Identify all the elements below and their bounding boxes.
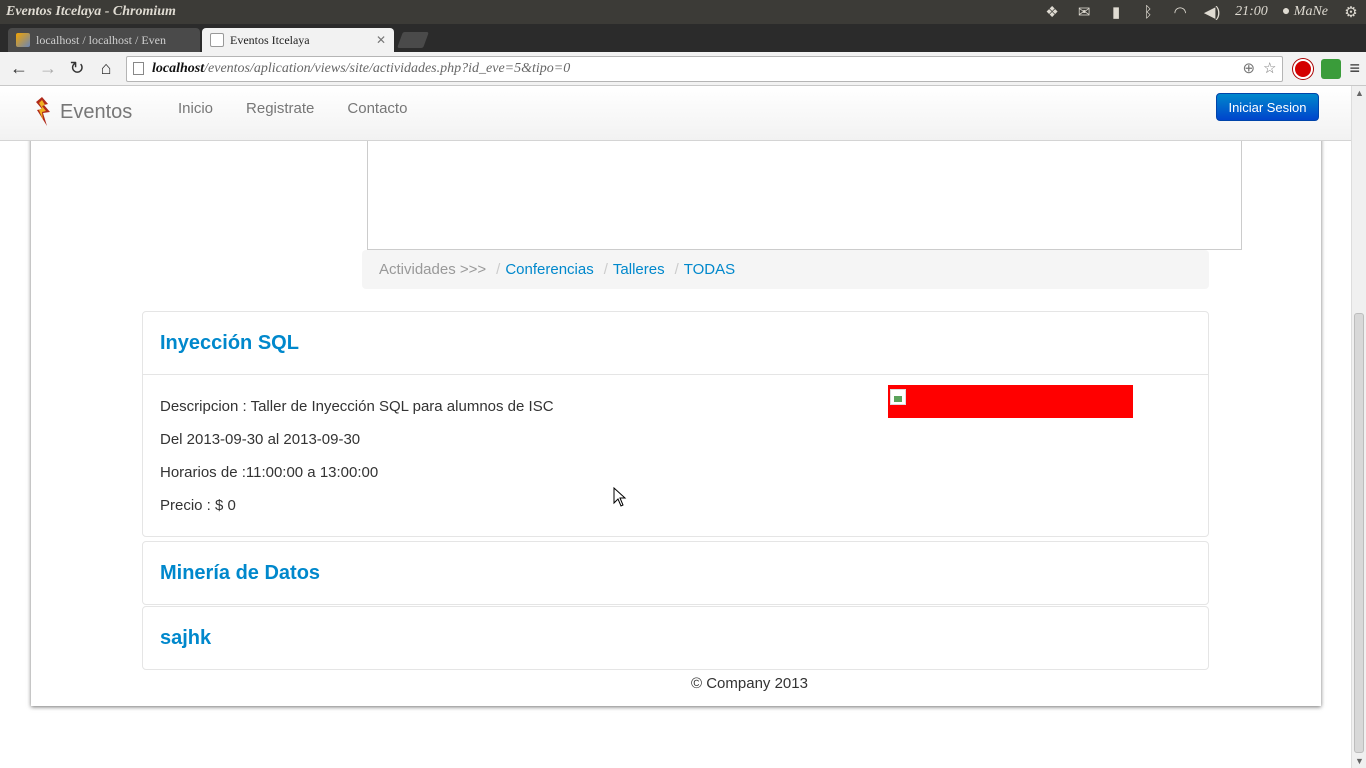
site-navbar: Eventos Inicio Registrate Contacto Inici… bbox=[0, 86, 1351, 141]
breadcrumb-separator: / bbox=[603, 261, 608, 278]
nav-link-contacto[interactable]: Contacto bbox=[347, 100, 407, 117]
activity-panel: sajhk bbox=[142, 606, 1209, 670]
volume-icon[interactable]: ◀) bbox=[1203, 3, 1221, 21]
new-tab-button[interactable] bbox=[397, 32, 429, 48]
brand-logo-icon bbox=[36, 97, 50, 126]
window-title: Eventos Itcelaya - Chromium bbox=[6, 4, 176, 19]
activity-price: Precio : $ 0 bbox=[160, 497, 236, 514]
wifi-icon[interactable]: ◠ bbox=[1171, 3, 1189, 21]
mail-icon[interactable]: ✉ bbox=[1075, 3, 1093, 21]
tab-eventos[interactable]: Eventos Itcelaya ✕ bbox=[202, 28, 394, 52]
breadcrumb-label: Actividades >>> bbox=[379, 261, 487, 278]
close-icon[interactable]: ✕ bbox=[376, 33, 386, 47]
battery-icon[interactable]: ▮ bbox=[1107, 3, 1125, 21]
url-path: /eventos/aplication/views/site/actividad… bbox=[204, 60, 571, 76]
breadcrumb-separator: / bbox=[674, 261, 679, 278]
address-bar[interactable]: localhost /eventos/aplication/views/site… bbox=[126, 55, 1284, 82]
tab-label: localhost / localhost / Even bbox=[36, 32, 166, 47]
tab-phpmyadmin[interactable]: localhost / localhost / Even bbox=[8, 28, 200, 52]
back-button[interactable]: ← bbox=[6, 56, 32, 82]
forward-button[interactable]: → bbox=[35, 56, 61, 82]
zoom-icon[interactable]: ⊕ bbox=[1242, 59, 1255, 78]
breadcrumb-link-conferencias[interactable]: Conferencias bbox=[505, 261, 593, 278]
login-button[interactable]: Iniciar Sesion bbox=[1216, 93, 1319, 121]
activity-title[interactable]: Minería de Datos bbox=[143, 542, 1208, 604]
bluetooth-icon[interactable]: ᛒ bbox=[1139, 4, 1157, 21]
dropbox-icon[interactable]: ❖ bbox=[1043, 3, 1061, 21]
nav-links: Inicio Registrate Contacto bbox=[178, 100, 440, 117]
breadcrumb-link-todas[interactable]: TODAS bbox=[684, 261, 735, 278]
user-icon: ● bbox=[1281, 4, 1291, 19]
os-top-bar: Eventos Itcelaya - Chromium ❖ ✉ ▮ ᛒ ◠ ◀)… bbox=[0, 0, 1366, 24]
user-menu[interactable]: ● MaNe bbox=[1282, 4, 1328, 20]
broken-image-icon bbox=[890, 389, 906, 405]
breadcrumb-separator: / bbox=[496, 261, 501, 278]
bookmark-star-icon[interactable]: ☆ bbox=[1263, 59, 1276, 78]
tab-strip: localhost / localhost / Even Eventos Itc… bbox=[0, 24, 1366, 52]
activity-title[interactable]: sajhk bbox=[143, 607, 1208, 669]
page-icon bbox=[133, 62, 144, 75]
browser-toolbar: ← → ↻ ⌂ localhost /eventos/aplication/vi… bbox=[0, 52, 1366, 86]
tab-label: Eventos Itcelaya bbox=[230, 32, 310, 47]
home-button[interactable]: ⌂ bbox=[93, 56, 119, 82]
phpmyadmin-icon bbox=[16, 33, 30, 47]
brand-text: Eventos bbox=[60, 100, 133, 123]
adblock-icon[interactable] bbox=[1293, 58, 1314, 79]
extension-icon[interactable] bbox=[1321, 58, 1342, 79]
activity-panel: Inyección SQL Descripcion : Taller de In… bbox=[142, 311, 1209, 537]
gear-icon[interactable]: ⚙ bbox=[1342, 3, 1360, 21]
system-tray: ❖ ✉ ▮ ᛒ ◠ ◀) 21:00 ● MaNe ⚙ bbox=[1043, 3, 1360, 22]
mouse-cursor-icon bbox=[613, 487, 627, 507]
activity-dates: Del 2013-09-30 al 2013-09-30 bbox=[160, 431, 361, 448]
reload-button[interactable]: ↻ bbox=[64, 56, 90, 82]
breadcrumb: Actividades >>> / Conferencias / Tallere… bbox=[362, 250, 1209, 289]
page-viewport: Eventos Inicio Registrate Contacto Inici… bbox=[0, 86, 1351, 768]
activity-panel: Minería de Datos bbox=[142, 541, 1209, 605]
activity-description: Descripcion : Taller de Inyección SQL pa… bbox=[160, 398, 554, 415]
activity-schedule: Horarios de :11:00:00 a 13:00:00 bbox=[160, 464, 379, 481]
activity-title[interactable]: Inyección SQL bbox=[143, 312, 1208, 374]
scroll-up-arrow-icon[interactable]: ▲ bbox=[1355, 88, 1364, 98]
url-host: localhost bbox=[152, 60, 205, 76]
activity-image bbox=[888, 385, 1133, 418]
activity-body: Descripcion : Taller de Inyección SQL pa… bbox=[143, 374, 1208, 536]
nav-link-registrate[interactable]: Registrate bbox=[246, 100, 314, 117]
page-icon bbox=[210, 33, 224, 47]
embedded-frame[interactable] bbox=[367, 136, 1242, 250]
nav-link-inicio[interactable]: Inicio bbox=[178, 100, 213, 117]
scroll-down-arrow-icon[interactable]: ▼ bbox=[1355, 756, 1364, 766]
menu-icon[interactable]: ≡ bbox=[1349, 58, 1360, 79]
footer-copyright: © Company 2013 bbox=[691, 675, 808, 692]
breadcrumb-link-talleres[interactable]: Talleres bbox=[613, 261, 665, 278]
brand[interactable]: Eventos bbox=[30, 96, 132, 128]
scrollbar-thumb[interactable] bbox=[1354, 313, 1364, 753]
clock[interactable]: 21:00 bbox=[1235, 4, 1268, 20]
user-name: MaNe bbox=[1293, 4, 1328, 19]
vertical-scrollbar[interactable]: ▲ ▼ bbox=[1351, 86, 1366, 768]
